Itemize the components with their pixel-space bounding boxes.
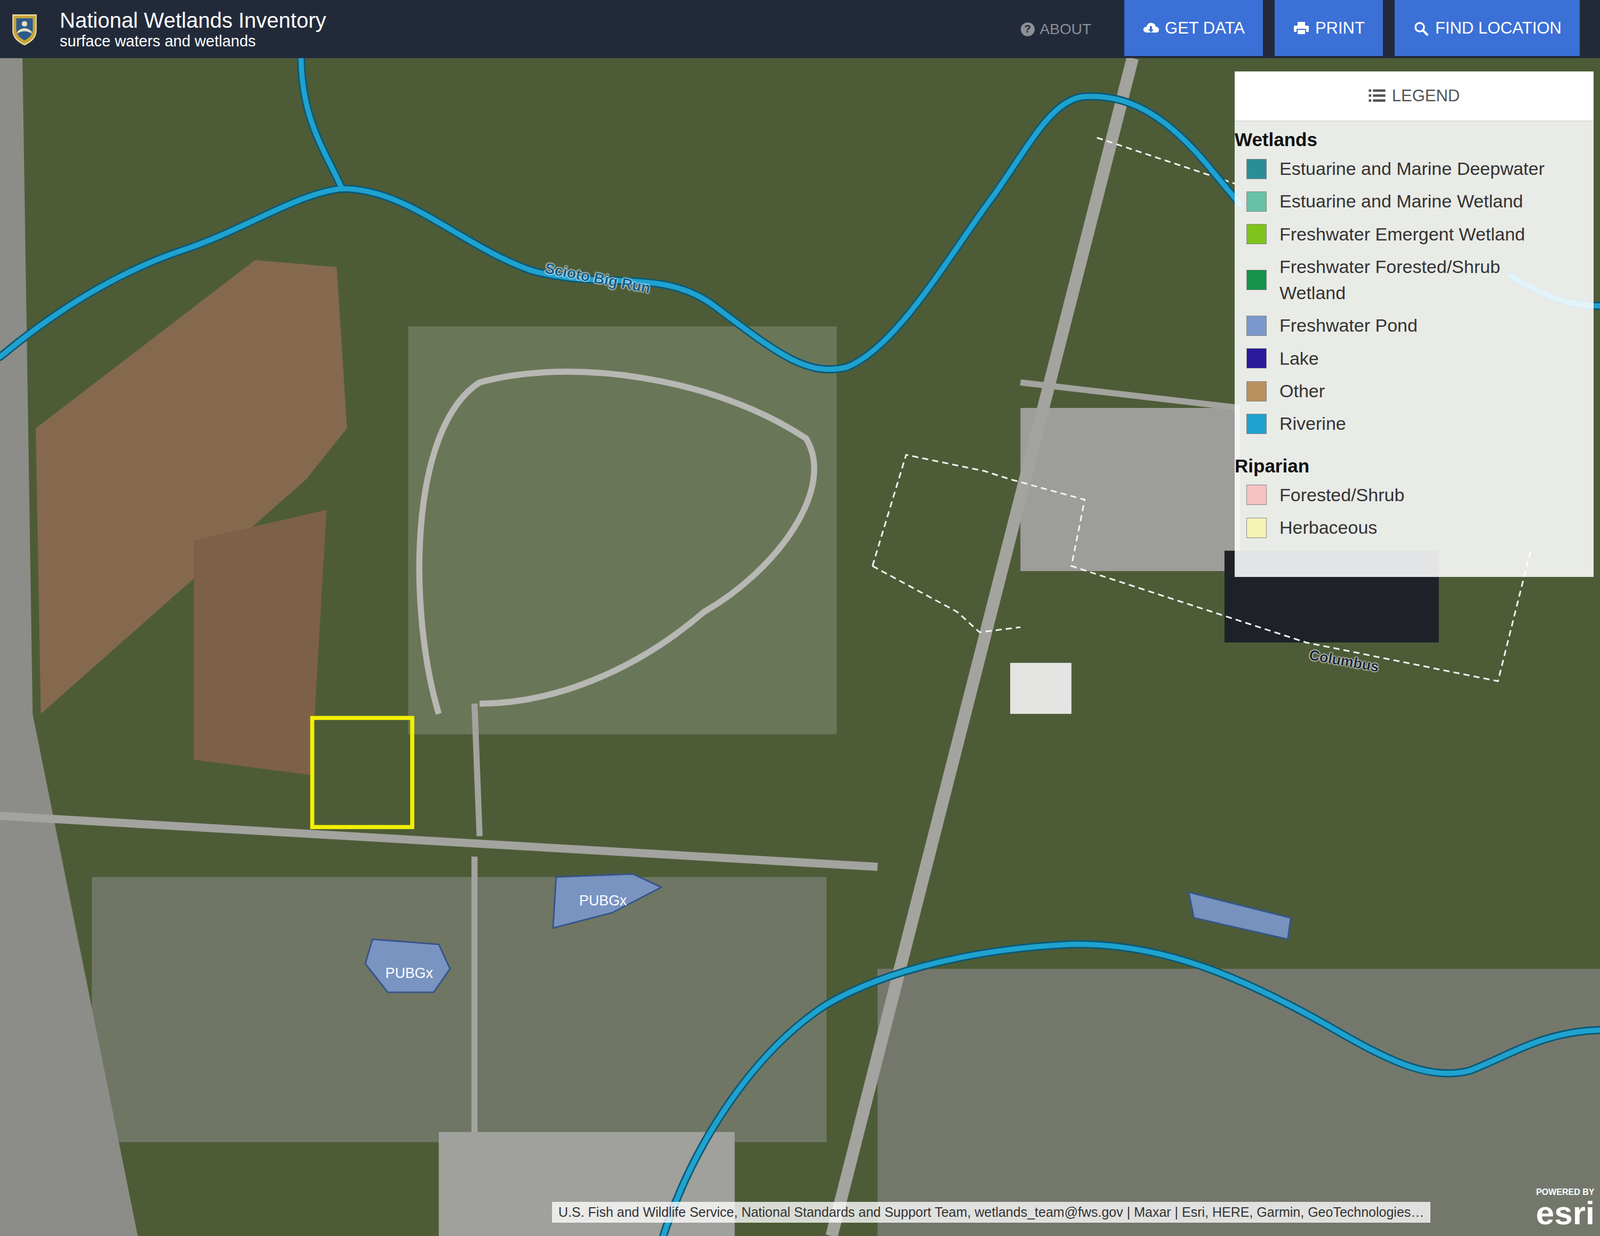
legend-group: WetlandsEstuarine and Marine DeepwaterEs… [1234,125,1594,441]
legend-item: Freshwater Pond [1234,309,1594,342]
legend-swatch [1246,348,1267,369]
cloud-download-icon [1142,20,1160,36]
pond-polygon[interactable] [553,874,662,928]
legend-swatch [1246,224,1267,245]
legend-group-title: Wetlands [1234,125,1594,153]
app-title: National Wetlands Inventory [59,8,327,33]
fws-shield-logo-icon [10,12,39,46]
legend-header[interactable]: LEGEND [1234,71,1594,122]
residential-area [91,877,827,1143]
app-subtitle: surface waters and wetlands [59,32,327,51]
pond[interactable] [1188,892,1291,940]
map-attribution: U.S. Fish and Wildlife Service, National… [552,1202,1431,1223]
legend-item: Herbaceous [1234,511,1594,544]
legend-swatch [1246,413,1267,435]
legend-item: Estuarine and Marine Deepwater [1234,152,1594,186]
parking-lot [1020,408,1240,572]
legend-group: RiparianForested/ShrubHerbaceous [1234,452,1594,545]
pond-label: PUBGx [385,965,434,982]
pond[interactable]: PUBGx [553,874,662,928]
aerial-imagery [0,58,1600,1236]
legend-item: Lake [1234,342,1594,375]
map-view[interactable]: PUBGxPUBGxScioto Big RunColumbusLEGENDWe… [0,58,1600,1236]
legend-swatch [1246,381,1267,402]
residential-area [408,326,837,735]
legend-item: Estuarine and Marine Wetland [1234,185,1594,218]
building [1010,662,1072,715]
road [474,382,1240,1133]
legend-swatch [1246,158,1267,180]
legend-swatch [1246,191,1267,212]
legend-item: Other [1234,374,1594,408]
legend-swatch [1246,517,1267,539]
legend-group-title: Riparian [1234,452,1594,479]
pond[interactable]: PUBGx [365,939,451,992]
pond-polygon[interactable] [1188,892,1291,940]
selected-area[interactable] [312,717,413,828]
pond-label: PUBGx [579,892,628,909]
stream-outline [663,944,1600,1236]
legend-item: Freshwater Emergent Wetland [1234,218,1594,251]
stream-outline [300,58,342,189]
list-icon [1368,88,1386,104]
legend-panel: LEGENDWetlandsEstuarine and Marine Deepw… [1234,71,1594,578]
legend-swatch [1246,484,1267,506]
legend-item: Freshwater Forested/Shrub Wetland [1234,250,1594,310]
parcel-boundary [872,565,1021,632]
toolbar-button[interactable]: GET DATA [1124,0,1263,56]
question-icon: ? [1020,22,1035,37]
stream-outline [0,96,1240,370]
pond-polygon[interactable] [365,939,451,992]
residential-area [877,969,1600,1236]
residential-street [419,371,814,715]
riverine-stream[interactable] [0,96,1240,370]
top-bar: National Wetlands Inventorysurface water… [0,0,1600,59]
app: National Wetlands Inventorysurface water… [0,0,1600,1236]
streams [0,58,1600,1236]
road [0,816,878,868]
legend-item: Forested/Shrub [1234,478,1594,512]
magnifier-icon [1412,20,1430,36]
toolbar-button[interactable]: FIND LOCATION [1394,0,1580,56]
legend-swatch [1246,269,1267,291]
about-link[interactable]: ?ABOUT [1020,20,1092,38]
farm-field [194,509,327,775]
legend-swatch [1246,315,1267,336]
road [831,58,1133,1236]
riverine-stream[interactable] [300,58,342,189]
legend-item: Riverine [1234,407,1594,440]
riverine-stream[interactable] [663,944,1600,1236]
printer-icon [1292,20,1310,36]
brand[interactable]: National Wetlands Inventorysurface water… [10,8,327,51]
toolbar-button[interactable]: PRINT [1274,0,1383,56]
highway [0,58,138,1236]
esri-logo[interactable]: POWERED BYesri [1536,1188,1595,1230]
